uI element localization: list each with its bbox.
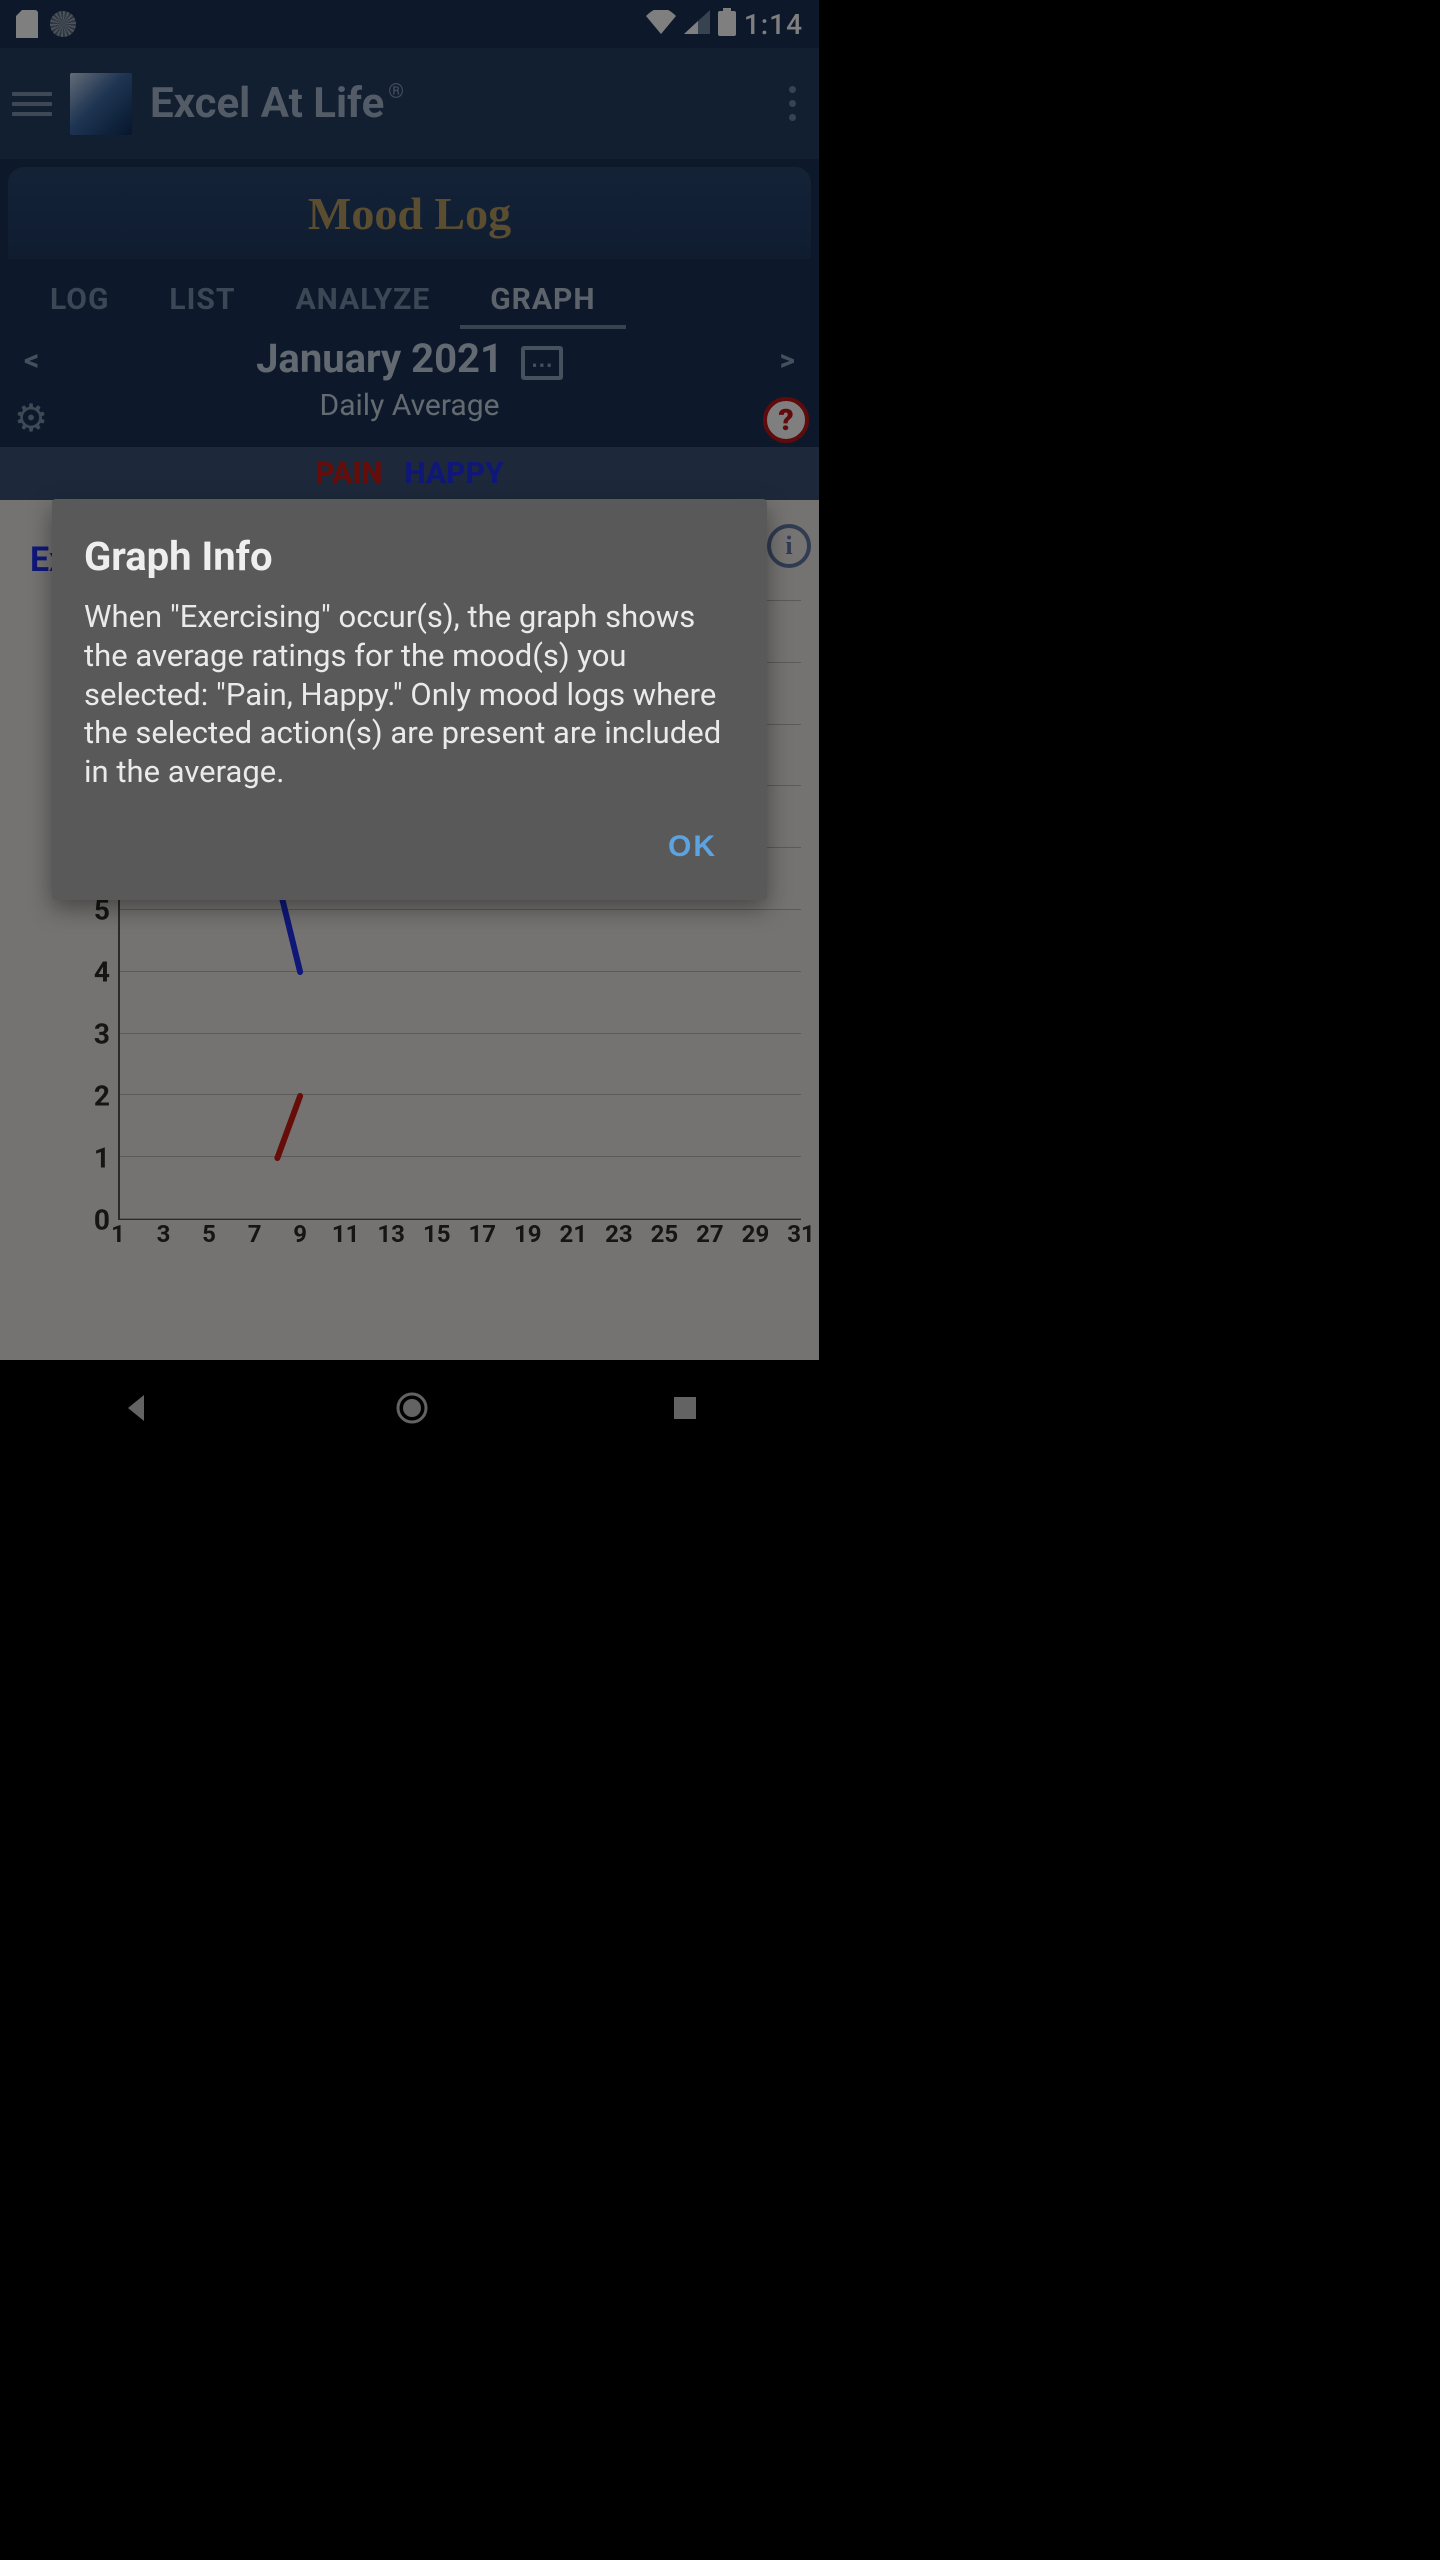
- dialog-body: When "Exercising" occur(s), the graph sh…: [84, 598, 735, 792]
- dialog-title: Graph Info: [84, 533, 735, 580]
- graph-info-dialog: Graph Info When "Exercising" occur(s), t…: [52, 499, 767, 900]
- dialog-ok-button[interactable]: OK: [650, 820, 735, 874]
